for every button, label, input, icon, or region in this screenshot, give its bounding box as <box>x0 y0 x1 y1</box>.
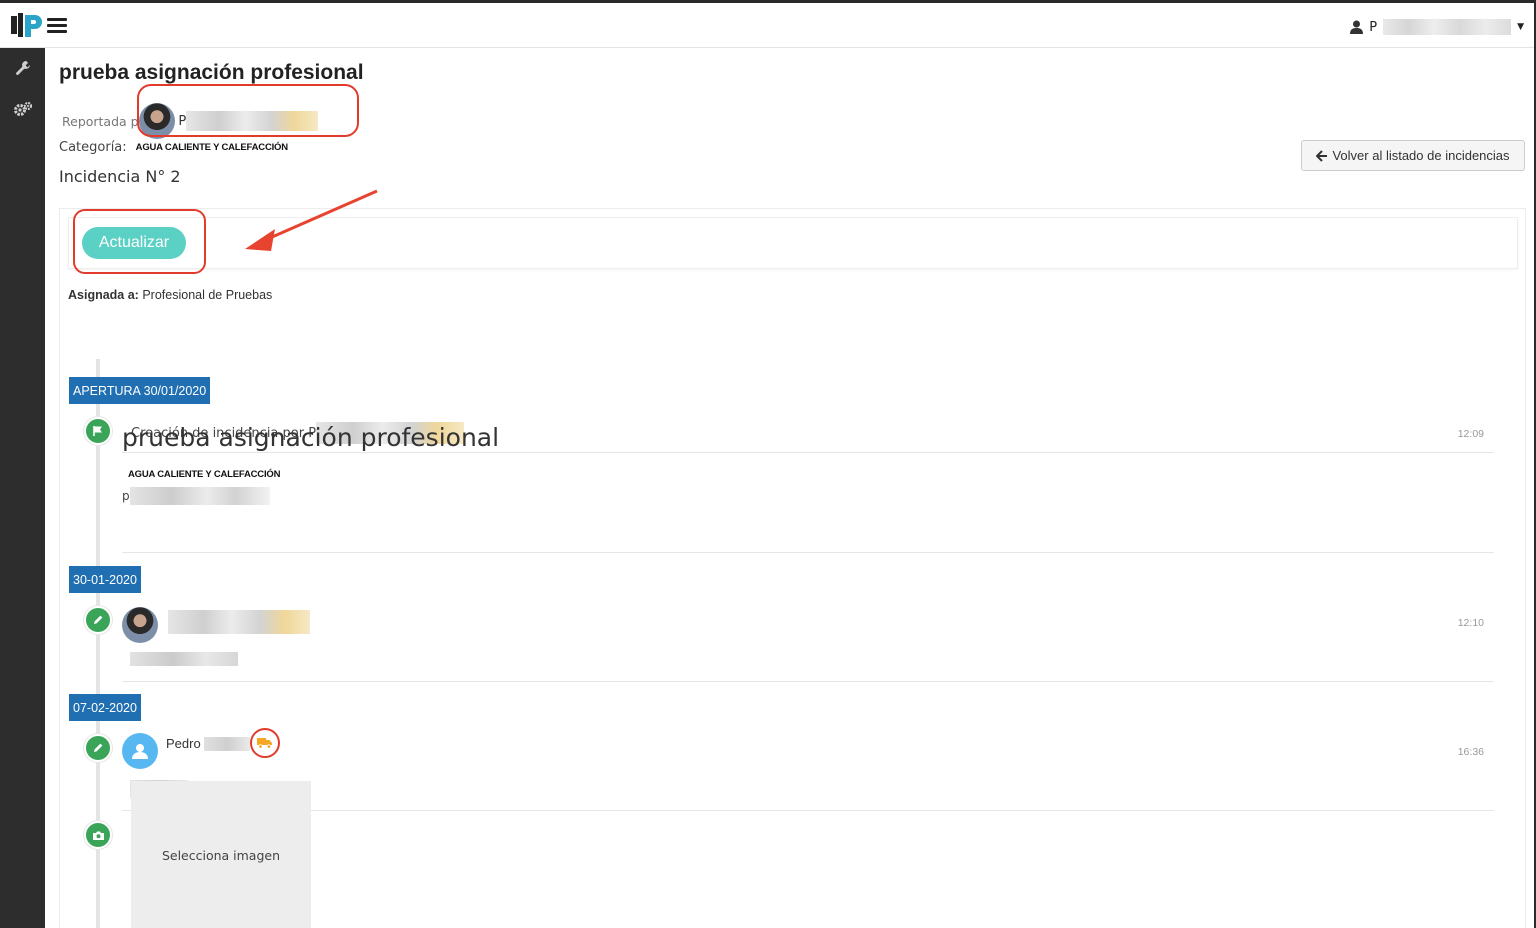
issue-description-initial: p <box>122 489 130 503</box>
timeline-date-badge: APERTURA 30/01/2020 <box>69 377 211 404</box>
chevron-down-icon: ▼ <box>1517 22 1524 32</box>
entry-time: 16:36 <box>1457 746 1484 758</box>
camera-icon <box>92 831 104 840</box>
image-upload-label: Selecciona imagen <box>161 847 281 863</box>
assigned-to-label: Asignada a: <box>68 288 139 302</box>
incident-number: Incidencia N° 2 <box>59 167 181 186</box>
assigned-to: Asignada a: Profesional de Pruebas <box>68 288 272 302</box>
annotation-arrow-icon <box>245 189 378 251</box>
category-label: Categoría: <box>59 140 127 155</box>
pencil-icon <box>94 615 103 624</box>
professional-badge <box>250 728 280 758</box>
arrow-left-icon <box>1316 149 1328 162</box>
timeline-edit-marker <box>84 734 112 762</box>
sidebar-item-settings[interactable] <box>0 91 45 127</box>
page-title: prueba asignación profesional <box>59 61 364 84</box>
user-icon <box>1350 20 1364 34</box>
user-avatar-icon <box>132 744 148 759</box>
entry-text-redacted <box>130 652 238 666</box>
category-row: Categoría: AGUA CALIENTE Y CALEFACCIÓN <box>59 140 288 155</box>
timeline-date-badge: 07-02-2020 <box>69 694 141 721</box>
default-avatar <box>122 733 158 769</box>
top-navbar: P ▼ <box>0 3 1534 48</box>
divider <box>122 552 1494 553</box>
category-value: AGUA CALIENTE Y CALEFACCIÓN <box>135 142 288 153</box>
truck-icon <box>257 738 272 749</box>
timeline-entry-update-1: 12:10 <box>122 594 1494 682</box>
assigned-to-value: Profesional de Pruebas <box>142 288 273 302</box>
app-logo[interactable] <box>11 13 45 37</box>
gears-icon <box>13 101 32 116</box>
incident-panel: Actualizar Asignada a: Profesional de Pr… <box>59 189 1526 928</box>
entry-author-avatar <box>122 607 158 643</box>
flag-icon <box>93 426 102 436</box>
issue-category: AGUA CALIENTE Y CALEFACCIÓN <box>128 469 281 480</box>
entry-author-name: Pedro <box>166 736 201 751</box>
image-upload-area[interactable]: Selecciona imagen <box>131 781 311 928</box>
entry-author-redacted <box>168 610 310 634</box>
annotation-highlight-update <box>73 209 206 274</box>
user-menu[interactable]: P ▼ <box>1350 16 1524 38</box>
issue-title: prueba asignación profesional <box>122 423 500 452</box>
timeline-edit-marker <box>84 606 112 634</box>
timeline-flag-marker <box>84 417 112 445</box>
entry-author-surname-redacted <box>204 737 250 751</box>
entry-time: 12:10 <box>1457 617 1484 629</box>
timeline-camera-marker <box>84 821 112 849</box>
annotation-highlight-reporter <box>137 84 359 137</box>
sidebar <box>0 48 45 928</box>
timeline-entry-update-2: Pedro 16:36 <box>122 723 1494 811</box>
creation-time: 12:09 <box>1457 428 1484 440</box>
pencil-icon <box>94 743 103 752</box>
description-redacted <box>129 487 270 505</box>
issue-description: p <box>122 487 270 505</box>
sidebar-item-tools[interactable] <box>0 50 45 86</box>
back-button-label: Volver al listado de incidencias <box>1332 148 1510 163</box>
wrench-icon <box>15 61 30 75</box>
main-content: prueba asignación profesional Reportada … <box>45 48 1534 928</box>
user-name-redacted <box>1383 19 1512 35</box>
back-to-list-button[interactable]: Volver al listado de incidencias <box>1301 140 1525 171</box>
user-name-initial: P <box>1369 19 1378 35</box>
timeline-date-badge: 30-01-2020 <box>69 566 141 593</box>
menu-toggle-icon[interactable] <box>47 18 67 34</box>
